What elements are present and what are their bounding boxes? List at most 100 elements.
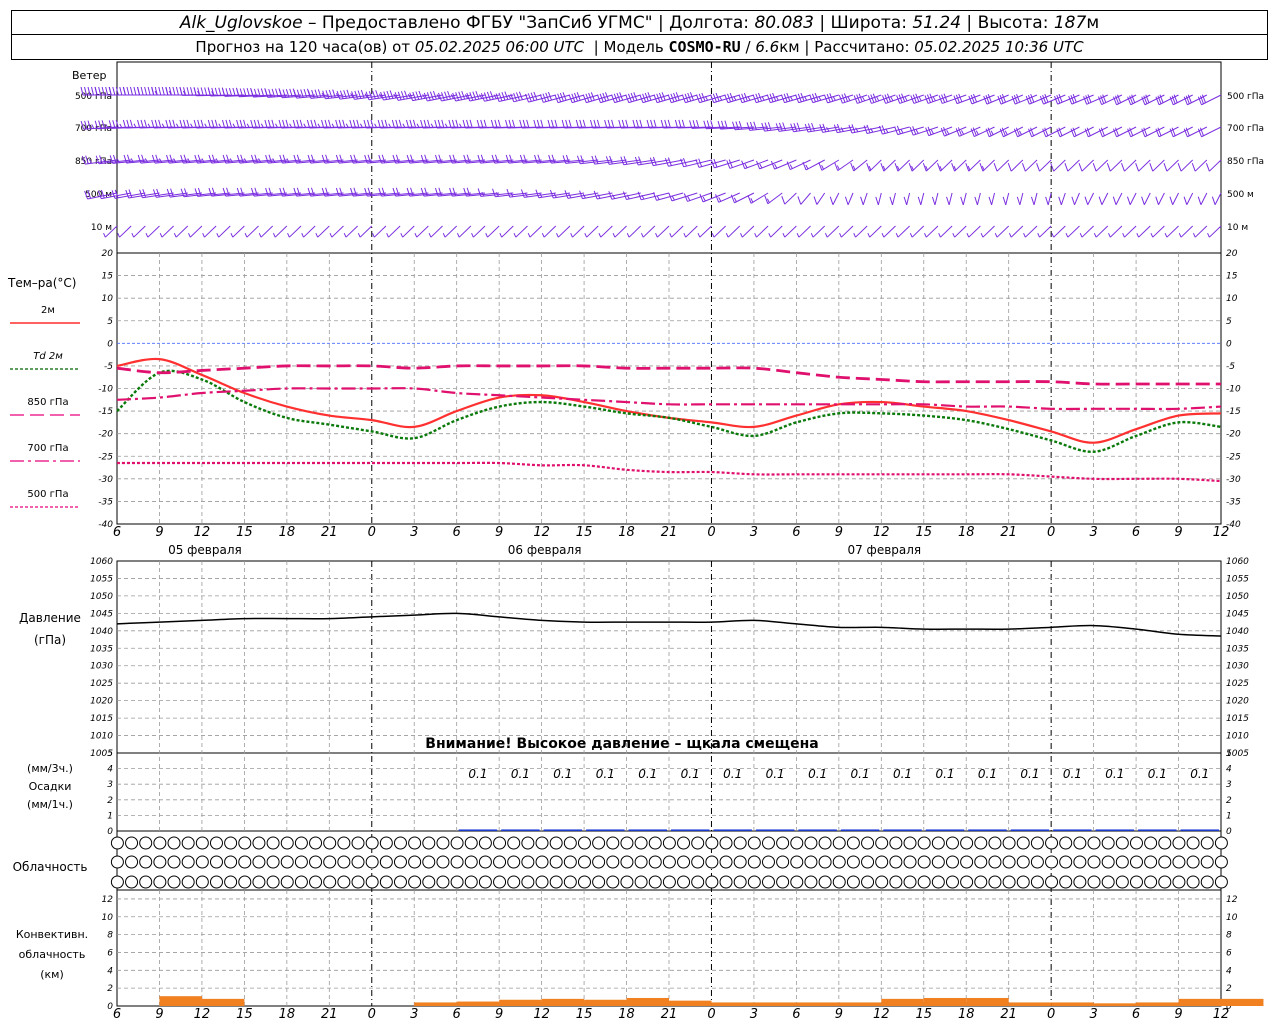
cloud-symbol (337, 836, 351, 850)
wind-barb-flag (432, 90, 437, 100)
wind-barb-flag (1183, 196, 1188, 205)
wind-barb-shaft (855, 225, 868, 238)
wind-barb-flag (1108, 232, 1111, 238)
cloud-symbol (648, 875, 662, 889)
pressure-tick-left: 1040 (90, 627, 113, 637)
wind-barb-flag (186, 87, 190, 96)
precip-bar (968, 829, 1007, 831)
wind-barb-shaft (982, 225, 995, 238)
conv-tick-right: 2 (1226, 984, 1232, 994)
cloud-symbol (1172, 875, 1186, 889)
pressure-tick-right: 1025 (1226, 679, 1249, 689)
cloud-symbol (1101, 855, 1115, 869)
cloud-symbol (804, 836, 818, 850)
hour-label: 0 (1047, 1007, 1055, 1022)
wind-barb-flag (608, 191, 613, 200)
wind-barb-shaft (345, 225, 358, 238)
cloud-symbol (1030, 836, 1044, 850)
wind-barb-shaft (784, 225, 797, 238)
cloud-symbol (252, 875, 266, 889)
wind-barb-shaft (567, 192, 599, 199)
wind-barb-flag (961, 130, 965, 135)
temp-tick-left: 10 (102, 294, 114, 304)
wind-barb-flag (938, 232, 941, 238)
cloud-symbol (379, 836, 393, 850)
wind-barb-flag (137, 86, 141, 96)
wind-barb-flag (1002, 196, 1007, 206)
wind-barb-shaft (800, 192, 811, 205)
wind-barb-shaft (657, 225, 670, 238)
panel-labels: 6 9 12 15 18 21 0 3 6 9 12 15 18 21 0 3 6 9 12 15 18 21 0 3 6 9 12… (7, 276, 1229, 1022)
cloud-symbol (464, 855, 478, 869)
wind-barb-flag (499, 232, 503, 238)
precip-value-label: 0.1 (1020, 767, 1039, 781)
wind-barb-flag (1045, 196, 1049, 206)
wind-barb-flag (315, 232, 319, 238)
precip-bar (840, 829, 880, 831)
precip-value-label: 0.1 (1105, 767, 1124, 781)
cloud-symbol (535, 875, 549, 889)
cloud-symbol (719, 855, 733, 869)
wind-barb-shaft (1047, 192, 1052, 205)
wind-barb-flag (426, 92, 431, 101)
cloud-symbol (153, 836, 167, 850)
cloud-symbol (790, 836, 804, 850)
cloud-symbol (337, 875, 351, 889)
wind-barb-flag (147, 86, 151, 96)
wind-barb-shaft (869, 159, 882, 172)
cloud-symbol (521, 875, 535, 889)
hour-label: 18 (618, 1007, 635, 1022)
cloud-symbol (436, 855, 450, 869)
cloud-symbol (252, 836, 266, 850)
wind-barb-flag (861, 96, 866, 102)
convective-bar (966, 997, 1009, 1006)
pressure-tick-right: 1035 (1226, 644, 1249, 654)
cloud-symbol (677, 855, 691, 869)
convective-bar (584, 999, 627, 1006)
wind-barb-flag (847, 96, 851, 101)
cloud-symbol (1186, 836, 1200, 850)
precip-bar (925, 829, 965, 831)
precip-tick-left: 5 (107, 749, 113, 759)
temp-legend-label: Td 2м (33, 351, 63, 362)
cloud-symbol (493, 855, 507, 869)
temp-tick-left: 0 (107, 339, 113, 349)
cloud-symbol (195, 855, 209, 869)
wind-barb-shaft (614, 225, 627, 238)
hour-label: 9 (155, 1007, 163, 1022)
convective-bar (1178, 998, 1221, 1006)
pressure-panel: 1060 1060 1055 1055 1050 1050 1045 1045 1040 1040… (90, 557, 1249, 759)
cloud-symbol (125, 836, 139, 850)
wind-barb-flag (697, 232, 701, 238)
wind-barb-shaft (1025, 159, 1038, 172)
pressure-tick-right: 1055 (1226, 574, 1249, 584)
wind-barb-flag (179, 87, 183, 96)
wind-barb-flag (200, 87, 204, 96)
wind-barb-flag (456, 232, 460, 238)
wind-barb-flag (797, 196, 802, 205)
temp-tick-right: -10 (1226, 385, 1241, 395)
cloud-symbol (238, 855, 252, 869)
hour-label: 12 (873, 525, 890, 540)
hour-label: 9 (155, 525, 163, 540)
wind-barb-shaft (883, 225, 896, 238)
hour-label: 0 (707, 1007, 715, 1022)
wind-barb-flag (173, 158, 177, 163)
cloud-symbol (592, 855, 606, 869)
wind-barb-flag (301, 232, 304, 238)
conv-tick-right: 6 (1226, 948, 1232, 958)
cloud-symbol (677, 875, 691, 889)
cloud-symbol (209, 855, 223, 869)
cloud-symbol (266, 855, 280, 869)
wind-barb-shaft (1186, 192, 1194, 205)
wind-barb-flag (161, 86, 165, 96)
temp-tick-right: 15 (1226, 272, 1238, 282)
wind-barb-shaft (948, 192, 953, 205)
wind-barb-flag (990, 130, 994, 135)
cloud-symbol (875, 855, 889, 869)
wind-barb-flag (1018, 130, 1022, 135)
wind-barb-flag (1065, 232, 1069, 238)
wind-barb-flag (917, 196, 922, 206)
wind-barb-flag (924, 232, 927, 238)
wind-barb-flag (756, 160, 761, 170)
